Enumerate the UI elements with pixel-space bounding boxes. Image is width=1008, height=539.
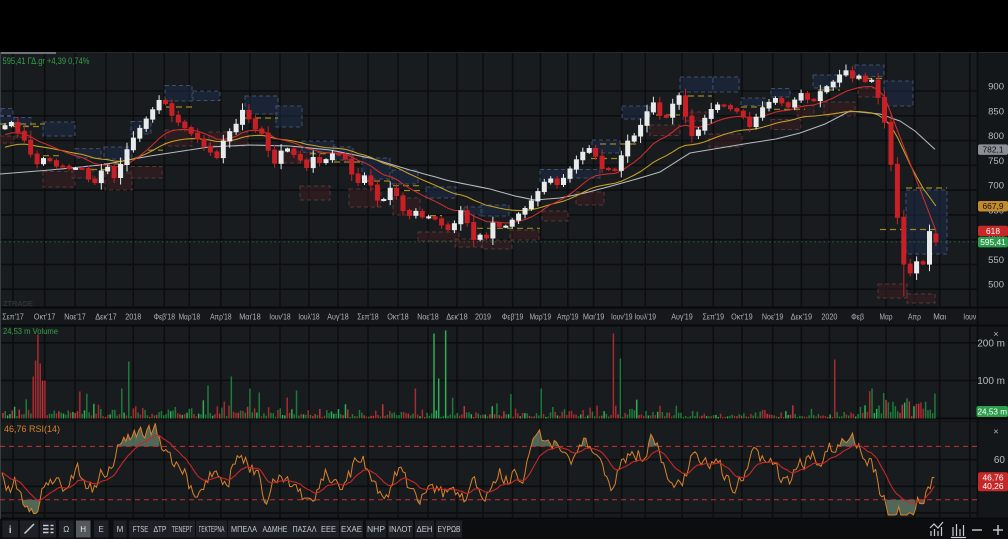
svg-text:Ω: Ω	[63, 525, 69, 534]
svg-text:ΕΧΑΕ: ΕΧΑΕ	[341, 525, 362, 534]
svg-text:900: 900	[988, 82, 1004, 93]
svg-text:24,53 m: 24,53 m	[978, 407, 1008, 416]
svg-text:Μαρ'18: Μαρ'18	[179, 313, 201, 322]
svg-text:Δεκ'19: Δεκ'19	[791, 313, 813, 322]
svg-text:×: ×	[993, 329, 998, 339]
svg-text:Απρ'19: Απρ'19	[557, 313, 579, 322]
svg-text:ΤΕΝΕΡΓ: ΤΕΝΕΡΓ	[172, 525, 193, 534]
svg-text:Σεπ'18: Σεπ'18	[357, 313, 379, 322]
svg-text:Μαρ: Μαρ	[880, 313, 893, 322]
svg-text:×: ×	[993, 427, 998, 437]
svg-text:2019: 2019	[475, 313, 491, 322]
svg-text:2020: 2020	[821, 313, 837, 322]
svg-text:Ιουν'19: Ιουν'19	[611, 313, 633, 322]
svg-text:200 m: 200 m	[977, 339, 1005, 350]
svg-text:Ε: Ε	[99, 525, 104, 534]
svg-text:Σεπ'17: Σεπ'17	[2, 313, 24, 322]
svg-text:Απρ: Απρ	[908, 313, 921, 322]
svg-text:800: 800	[988, 131, 1004, 142]
svg-text:i: i	[9, 524, 12, 536]
svg-text:595,41 ΓΔ.gr +4,39 0,74%: 595,41 ΓΔ.gr +4,39 0,74%	[3, 56, 90, 66]
svg-text:ΑΔΜΗΕ: ΑΔΜΗΕ	[263, 525, 288, 534]
svg-text:Οκτ'19: Οκτ'19	[731, 313, 753, 322]
svg-text:40,26: 40,26	[983, 481, 1004, 491]
svg-text:ΔΕΗ: ΔΕΗ	[417, 525, 433, 534]
svg-text:Δεκ'18: Δεκ'18	[446, 313, 468, 322]
svg-text:Οκτ'18: Οκτ'18	[387, 313, 409, 322]
svg-text:Μαρ'19: Μαρ'19	[530, 313, 552, 322]
svg-text:Απρ'18: Απρ'18	[210, 313, 232, 322]
svg-text:46,76 RSI(14): 46,76 RSI(14)	[4, 424, 60, 434]
svg-text:Ιουν'18: Ιουν'18	[269, 313, 291, 322]
svg-text:ΕΥΡΩΒ: ΕΥΡΩΒ	[438, 525, 461, 534]
svg-text:550: 550	[988, 255, 1004, 266]
svg-text:Οκτ'17: Οκτ'17	[34, 313, 56, 322]
svg-text:500: 500	[988, 280, 1004, 291]
svg-text:667,9: 667,9	[983, 201, 1004, 211]
svg-text:ΔΤΡ: ΔΤΡ	[154, 525, 167, 534]
svg-text:850: 850	[988, 106, 1004, 117]
svg-text:Αυγ'18: Αυγ'18	[327, 313, 349, 322]
svg-text:Σεπ'19: Σεπ'19	[703, 313, 725, 322]
svg-text:ΝΗΡ: ΝΗΡ	[367, 525, 385, 534]
svg-text:60: 60	[994, 455, 1006, 466]
svg-text:Ιουλ'18: Ιουλ'18	[298, 313, 320, 322]
svg-text:Νοε'17: Νοε'17	[64, 313, 86, 322]
svg-text:Ιουλ'19: Ιουλ'19	[635, 313, 657, 322]
svg-text:Φεβ: Φεβ	[851, 313, 864, 322]
svg-text:Δεκ'17: Δεκ'17	[95, 313, 117, 322]
svg-text:Ιουν: Ιουν	[963, 313, 976, 322]
svg-text:ΓΕΚΤΕΡΝΑ: ΓΕΚΤΕΡΝΑ	[199, 525, 225, 534]
svg-text:Μαι: Μαι	[933, 313, 946, 322]
svg-text:ΕΕΕ: ΕΕΕ	[321, 525, 336, 534]
svg-text:Νοε'18: Νοε'18	[417, 313, 439, 322]
svg-text:ZTRADE: ZTRADE	[3, 299, 33, 308]
svg-text:ΙΝΛΟΤ: ΙΝΛΟΤ	[389, 525, 412, 534]
svg-text:Φεβ'19: Φεβ'19	[502, 313, 524, 322]
svg-text:Μαι'19: Μαι'19	[583, 313, 605, 322]
svg-text:Νοε'19: Νοε'19	[762, 313, 784, 322]
svg-text:782,1: 782,1	[983, 145, 1004, 155]
svg-text:2018: 2018	[125, 313, 141, 322]
svg-text:24,53 m Volume: 24,53 m Volume	[3, 326, 58, 336]
svg-text:Μαι'18: Μαι'18	[239, 313, 261, 322]
svg-text:ΜΠΕΛΑ: ΜΠΕΛΑ	[231, 525, 258, 534]
svg-text:618: 618	[986, 226, 1000, 236]
svg-text:Μ: Μ	[117, 525, 124, 534]
svg-text:Η: Η	[80, 525, 86, 534]
svg-text:750: 750	[988, 156, 1004, 167]
svg-text:700: 700	[988, 181, 1004, 192]
svg-text:ΠΑΣΑΛ: ΠΑΣΑΛ	[293, 525, 318, 534]
svg-text:100 m: 100 m	[977, 376, 1005, 387]
svg-text:FTSE: FTSE	[133, 525, 149, 534]
svg-text:595,41: 595,41	[980, 237, 1006, 247]
svg-text:Φεβ'18: Φεβ'18	[154, 313, 176, 322]
svg-text:Αυγ'19: Αυγ'19	[671, 313, 693, 322]
